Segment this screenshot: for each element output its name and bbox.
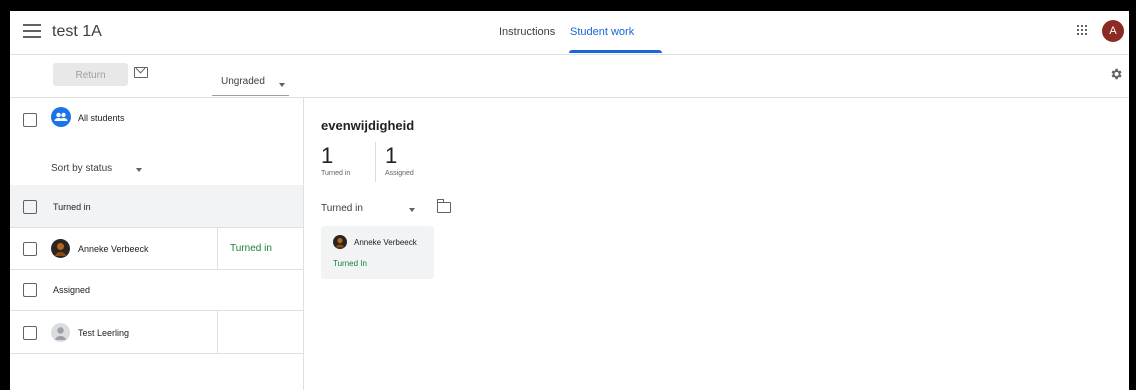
return-button[interactable]: Return	[53, 63, 128, 86]
classroom-window: test 1A Instructions Student work A Retu…	[10, 11, 1129, 390]
turned-in-count-label: Turned in	[321, 170, 351, 177]
student-row[interactable]: Test Leerling	[10, 311, 303, 354]
student-checkbox[interactable]	[23, 326, 37, 340]
mail-icon[interactable]	[134, 67, 148, 78]
group-header-turned-in: Turned in	[10, 185, 303, 228]
account-avatar[interactable]: A	[1102, 20, 1124, 42]
grade-filter-label: Ungraded	[221, 76, 265, 87]
student-checkbox[interactable]	[23, 242, 37, 256]
group-header-assigned: Assigned	[10, 270, 303, 311]
sort-label: Sort by status	[51, 163, 113, 174]
assigned-count-label: Assigned	[385, 170, 414, 177]
apps-icon[interactable]	[1077, 25, 1088, 36]
avatar	[51, 323, 70, 342]
chevron-down-icon	[279, 83, 285, 87]
group-checkbox-turned-in[interactable]	[23, 200, 37, 214]
chevron-down-icon	[136, 168, 142, 172]
sort-select[interactable]: Sort by status	[51, 161, 142, 177]
student-row[interactable]: Anneke Verbeeck Turned in	[10, 228, 303, 270]
student-status: Turned in	[230, 243, 272, 254]
assigned-count[interactable]: 1	[385, 143, 397, 169]
student-name: Anneke Verbeeck	[78, 244, 149, 254]
avatar	[333, 235, 347, 249]
filter-label: Turned in	[321, 203, 363, 214]
turned-in-count[interactable]: 1	[321, 143, 333, 169]
class-title[interactable]: test 1A	[52, 23, 102, 41]
stat-divider	[375, 142, 376, 182]
student-status-cell: Turned in	[217, 228, 304, 269]
top-app-bar: test 1A Instructions Student work A	[10, 11, 1129, 55]
folder-icon[interactable]	[436, 199, 451, 213]
group-label: Assigned	[53, 285, 91, 295]
active-tab-indicator	[569, 50, 662, 53]
student-list-panel: All students Sort by status Turned in An…	[10, 98, 304, 390]
all-students-row: All students	[10, 98, 303, 140]
submission-filter-select[interactable]: Turned in	[321, 201, 425, 217]
group-icon	[51, 107, 71, 127]
student-name: Test Leerling	[78, 328, 130, 338]
all-students-checkbox[interactable]	[23, 113, 37, 127]
toolbar: Return Ungraded	[10, 55, 1129, 98]
group-checkbox-assigned[interactable]	[23, 283, 37, 297]
all-students-label: All students	[78, 113, 125, 123]
student-work-card[interactable]: Anneke Verbeeck Turned In	[321, 226, 434, 279]
card-student-name: Anneke Verbeeck	[354, 238, 417, 247]
menu-icon[interactable]	[23, 24, 41, 38]
chevron-down-icon	[409, 208, 415, 212]
gear-icon[interactable]	[1109, 67, 1123, 81]
grade-filter-select[interactable]: Ungraded	[212, 75, 289, 96]
student-status-cell	[217, 311, 304, 353]
tab-instructions[interactable]: Instructions	[499, 26, 555, 38]
avatar	[51, 239, 70, 258]
assignment-title: evenwijdigheid	[321, 118, 415, 133]
group-label: Turned in	[53, 202, 91, 212]
card-status: Turned In	[333, 259, 367, 268]
tab-student-work[interactable]: Student work	[570, 26, 634, 38]
